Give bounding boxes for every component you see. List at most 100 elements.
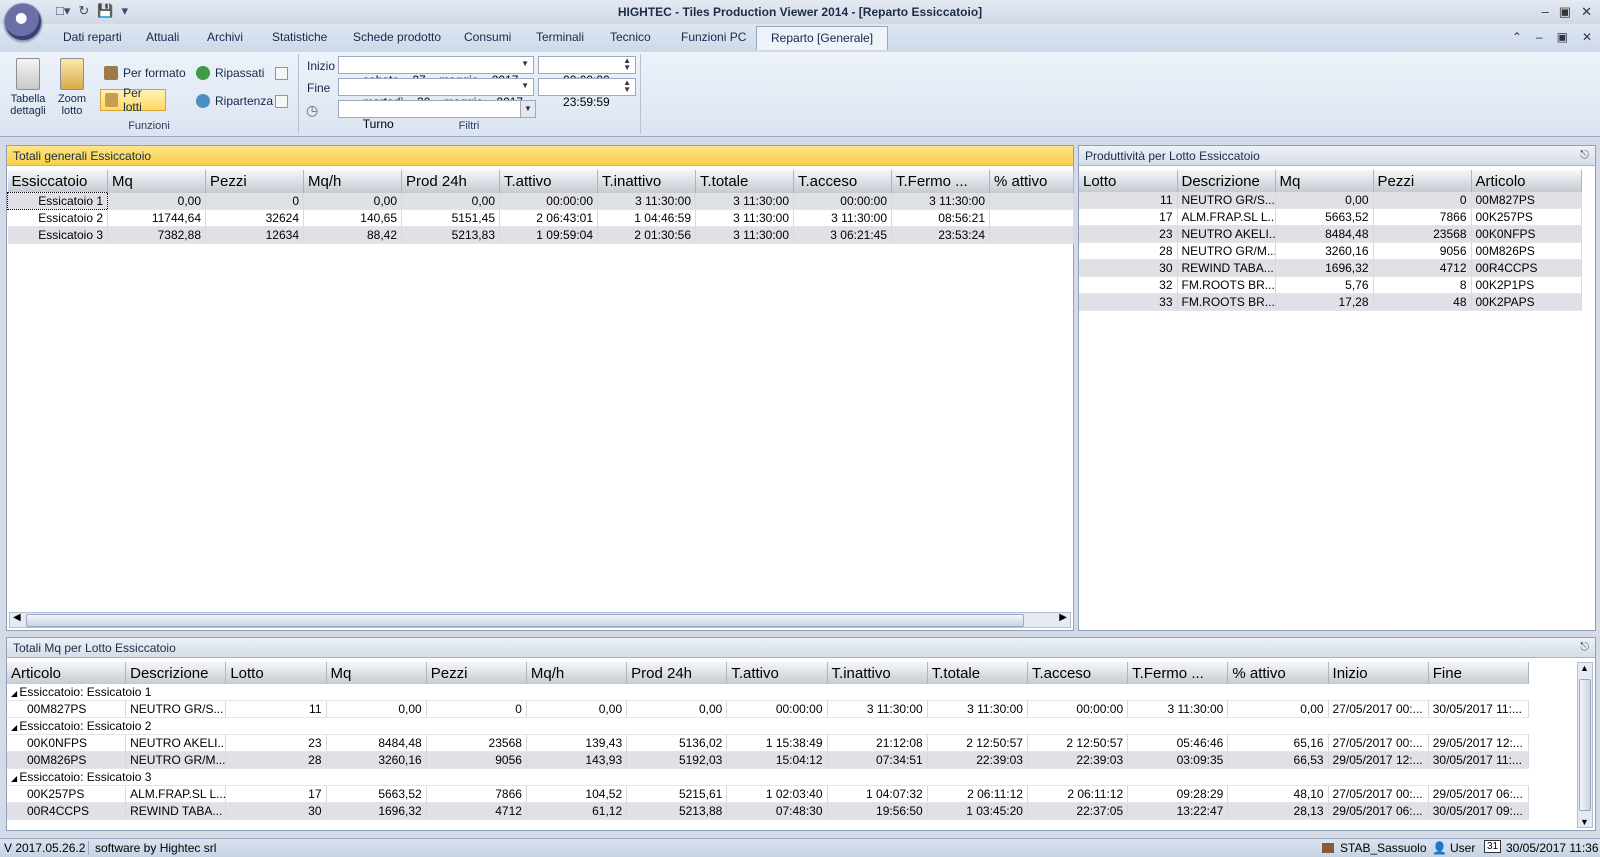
table-row[interactable]: Essicatoio 2 11744,64 32624 140,65 5151,45 2 …	[7, 209, 1074, 227]
column-header[interactable]: Mq	[107, 170, 206, 193]
mdi-restore-button[interactable]: ▣	[1557, 30, 1568, 44]
column-header[interactable]: Pezzi	[426, 662, 527, 684]
column-header[interactable]: Inizio	[1328, 662, 1429, 684]
fine-date-picker[interactable]: martedì 30 maggio 2017 ▼	[338, 78, 534, 109]
inizio-date-picker[interactable]: sabato 27 maggio 2017 ▼	[338, 56, 534, 87]
column-header[interactable]: T.totale	[927, 662, 1028, 684]
tab-reparto-generale[interactable]: Reparto [Generale]	[756, 26, 889, 50]
table-row[interactable]: 28 NEUTRO GR/M... 3260,16 9056 00M826PS	[1079, 242, 1582, 260]
pin-icon[interactable]: ⎋	[1580, 641, 1589, 654]
dropdown-arrow-icon[interactable]: ▼	[520, 101, 535, 117]
mdi-minimize-button[interactable]: –	[1536, 30, 1543, 44]
column-header[interactable]: Prod 24h	[401, 170, 500, 193]
column-header[interactable]: Pezzi	[205, 170, 304, 193]
tab-consumi[interactable]: Consumi	[464, 30, 511, 44]
table-cell: 1 15:38:49	[726, 734, 828, 752]
column-header[interactable]: Mq	[326, 662, 427, 684]
lotti-grid[interactable]: Articolo Descrizione Lotto Mq Pezzi Mq/h Prod …	[7, 662, 1530, 820]
totali-grid[interactable]: Essiccatoio Mq Pezzi Mq/h Prod 24h T.attivo T.…	[7, 170, 1074, 244]
table-row[interactable]: 00R4CCPS REWIND TABA... 30 1696,32 4712 61,12…	[7, 802, 1530, 820]
tab-dati-reparti[interactable]: Dati reparti	[63, 30, 122, 44]
column-header[interactable]: Fine	[1428, 662, 1530, 684]
close-button[interactable]: ✕	[1581, 4, 1592, 20]
column-header[interactable]: T.acceso	[793, 170, 892, 193]
table-row[interactable]: 00M826PS NEUTRO GR/M... 28 3260,16 9056 143,9…	[7, 751, 1530, 769]
column-header[interactable]: Articolo	[1471, 170, 1582, 192]
app-menu-orb[interactable]	[4, 3, 42, 41]
table-row[interactable]: 00K257PS ALM.FRAP.SL L... 17 5663,52 7866 104…	[7, 785, 1530, 803]
table-row[interactable]: 33 FM.ROOTS BR... 17,28 48 00K2PAPS	[1079, 293, 1582, 311]
column-header[interactable]: T.acceso	[1027, 662, 1129, 684]
tab-funzioni-pc[interactable]: Funzioni PC	[681, 30, 746, 44]
table-row[interactable]: 30 REWIND TABA... 1696,32 4712 00R4CCPS	[1079, 259, 1582, 277]
scroll-thumb[interactable]	[1579, 679, 1591, 811]
group-header[interactable]: ◢ Essiccatoio: Essicatoio 1	[7, 684, 1529, 701]
zoom-lotto-button[interactable]: Zoom lotto	[52, 58, 92, 117]
scroll-left-icon[interactable]: ◀	[13, 612, 21, 623]
column-header[interactable]: Prod 24h	[626, 662, 728, 684]
pin-icon[interactable]: ⎋	[1580, 149, 1589, 162]
table-row[interactable]: 11 NEUTRO GR/S... 0,00 0 00M827PS	[1079, 192, 1582, 209]
produttivita-grid[interactable]: Lotto Descrizione Mq Pezzi Articolo 11 NEUTRO …	[1079, 170, 1582, 311]
minimize-button[interactable]: –	[1542, 4, 1549, 20]
group-header[interactable]: ◢ Essiccatoio: Essicatoio 2	[7, 717, 1529, 735]
column-header[interactable]: Mq/h	[526, 662, 628, 684]
tab-terminali[interactable]: Terminali	[536, 30, 584, 44]
spin-icon[interactable]: ▲ ▼	[623, 57, 631, 72]
column-header[interactable]: T.totale	[695, 170, 794, 193]
inizio-time-field[interactable]: 00:00:00 ▲▼	[538, 56, 636, 87]
column-header[interactable]: Essiccatoio	[7, 170, 108, 193]
group-header[interactable]: ◢ Essiccatoio: Essicatoio 3	[7, 768, 1529, 786]
table-row[interactable]: Essicatoio 1 0,00 0 0,00 0,00 00:00:00 3 11:30…	[7, 192, 1074, 210]
scroll-thumb[interactable]	[26, 614, 1024, 627]
column-header[interactable]: Articolo	[7, 662, 127, 684]
column-header[interactable]: T.inattivo	[827, 662, 928, 684]
group-row[interactable]: ◢ Essiccatoio: Essicatoio 3	[7, 768, 1529, 786]
table-row[interactable]: 00K0NFPS NEUTRO AKELI... 23 8484,48 23568 139…	[7, 734, 1530, 752]
ripartenza-checkbox[interactable]	[275, 95, 288, 108]
tab-statistiche[interactable]: Statistiche	[272, 30, 327, 44]
table-row[interactable]: 32 FM.ROOTS BR... 5,76 8 00K2P1PS	[1079, 276, 1582, 294]
group-row[interactable]: ◢ Essiccatoio: Essicatoio 2	[7, 717, 1529, 735]
tab-tecnico[interactable]: Tecnico	[610, 30, 651, 44]
column-header[interactable]: Mq/h	[303, 170, 402, 193]
collapse-ribbon-icon[interactable]: ⌃	[1512, 30, 1522, 44]
tab-archivi[interactable]: Archivi	[207, 30, 243, 44]
fine-time-field[interactable]: 23:59:59 ▲ ▼	[538, 78, 636, 109]
column-header[interactable]: Mq	[1275, 170, 1374, 192]
column-header[interactable]: T.inattivo	[597, 170, 696, 193]
table-row[interactable]: Essicatoio 3 7382,88 12634 88,42 5213,83 1 09…	[7, 226, 1074, 244]
column-header[interactable]: Descrizione	[125, 662, 227, 684]
scroll-up-icon[interactable]: ▲	[1580, 663, 1589, 673]
tab-schede-prodotto[interactable]: Schede prodotto	[353, 30, 441, 44]
restore-button[interactable]: ▣	[1559, 4, 1571, 20]
column-header[interactable]: Lotto	[1079, 170, 1178, 192]
spin-icon[interactable]: ▲ ▼	[623, 79, 631, 94]
table-row[interactable]: 17 ALM.FRAP.SL L... 5663,52 7866 00K257PS	[1079, 208, 1582, 226]
scroll-right-icon[interactable]: ▶	[1059, 612, 1067, 623]
scroll-down-icon[interactable]: ▼	[1580, 817, 1589, 827]
mdi-close-button[interactable]: ✕	[1582, 30, 1592, 44]
tabella-dettagli-button[interactable]: Tabella dettagli	[8, 58, 48, 117]
per-formato-button[interactable]: Per formato	[100, 62, 190, 84]
column-header[interactable]: % attivo	[989, 170, 1074, 193]
column-header[interactable]: T.Fermo ...	[1127, 662, 1229, 684]
vertical-scrollbar[interactable]: ▲ ▼	[1577, 662, 1593, 828]
tab-attuali[interactable]: Attuali	[146, 30, 179, 44]
table-row[interactable]: 00M827PS NEUTRO GR/S... 11 0,00 0 0,00 0,00 00:…	[7, 700, 1530, 718]
ripartenza-button[interactable]: Ripartenza	[192, 90, 277, 112]
column-header[interactable]: T.attivo	[499, 170, 598, 193]
group-row[interactable]: ◢ Essiccatoio: Essicatoio 1	[7, 684, 1529, 701]
column-header[interactable]: T.Fermo ...	[891, 170, 990, 193]
per-lotti-button[interactable]: Per lotti	[100, 86, 166, 114]
ripassati-checkbox[interactable]	[275, 67, 288, 80]
column-header[interactable]: T.attivo	[726, 662, 828, 684]
table-row[interactable]: 23 NEUTRO AKELI... 8484,48 23568 00K0NFPS	[1079, 225, 1582, 243]
ripassati-button[interactable]: Ripassati	[192, 62, 268, 84]
column-header[interactable]: Pezzi	[1373, 170, 1472, 192]
turno-select[interactable]: Turno ▼	[338, 100, 536, 131]
column-header[interactable]: % attivo	[1227, 662, 1329, 684]
column-header[interactable]: Lotto	[225, 662, 327, 684]
column-header[interactable]: Descrizione	[1177, 170, 1276, 192]
horizontal-scrollbar[interactable]: ◀ ▶	[9, 612, 1071, 628]
